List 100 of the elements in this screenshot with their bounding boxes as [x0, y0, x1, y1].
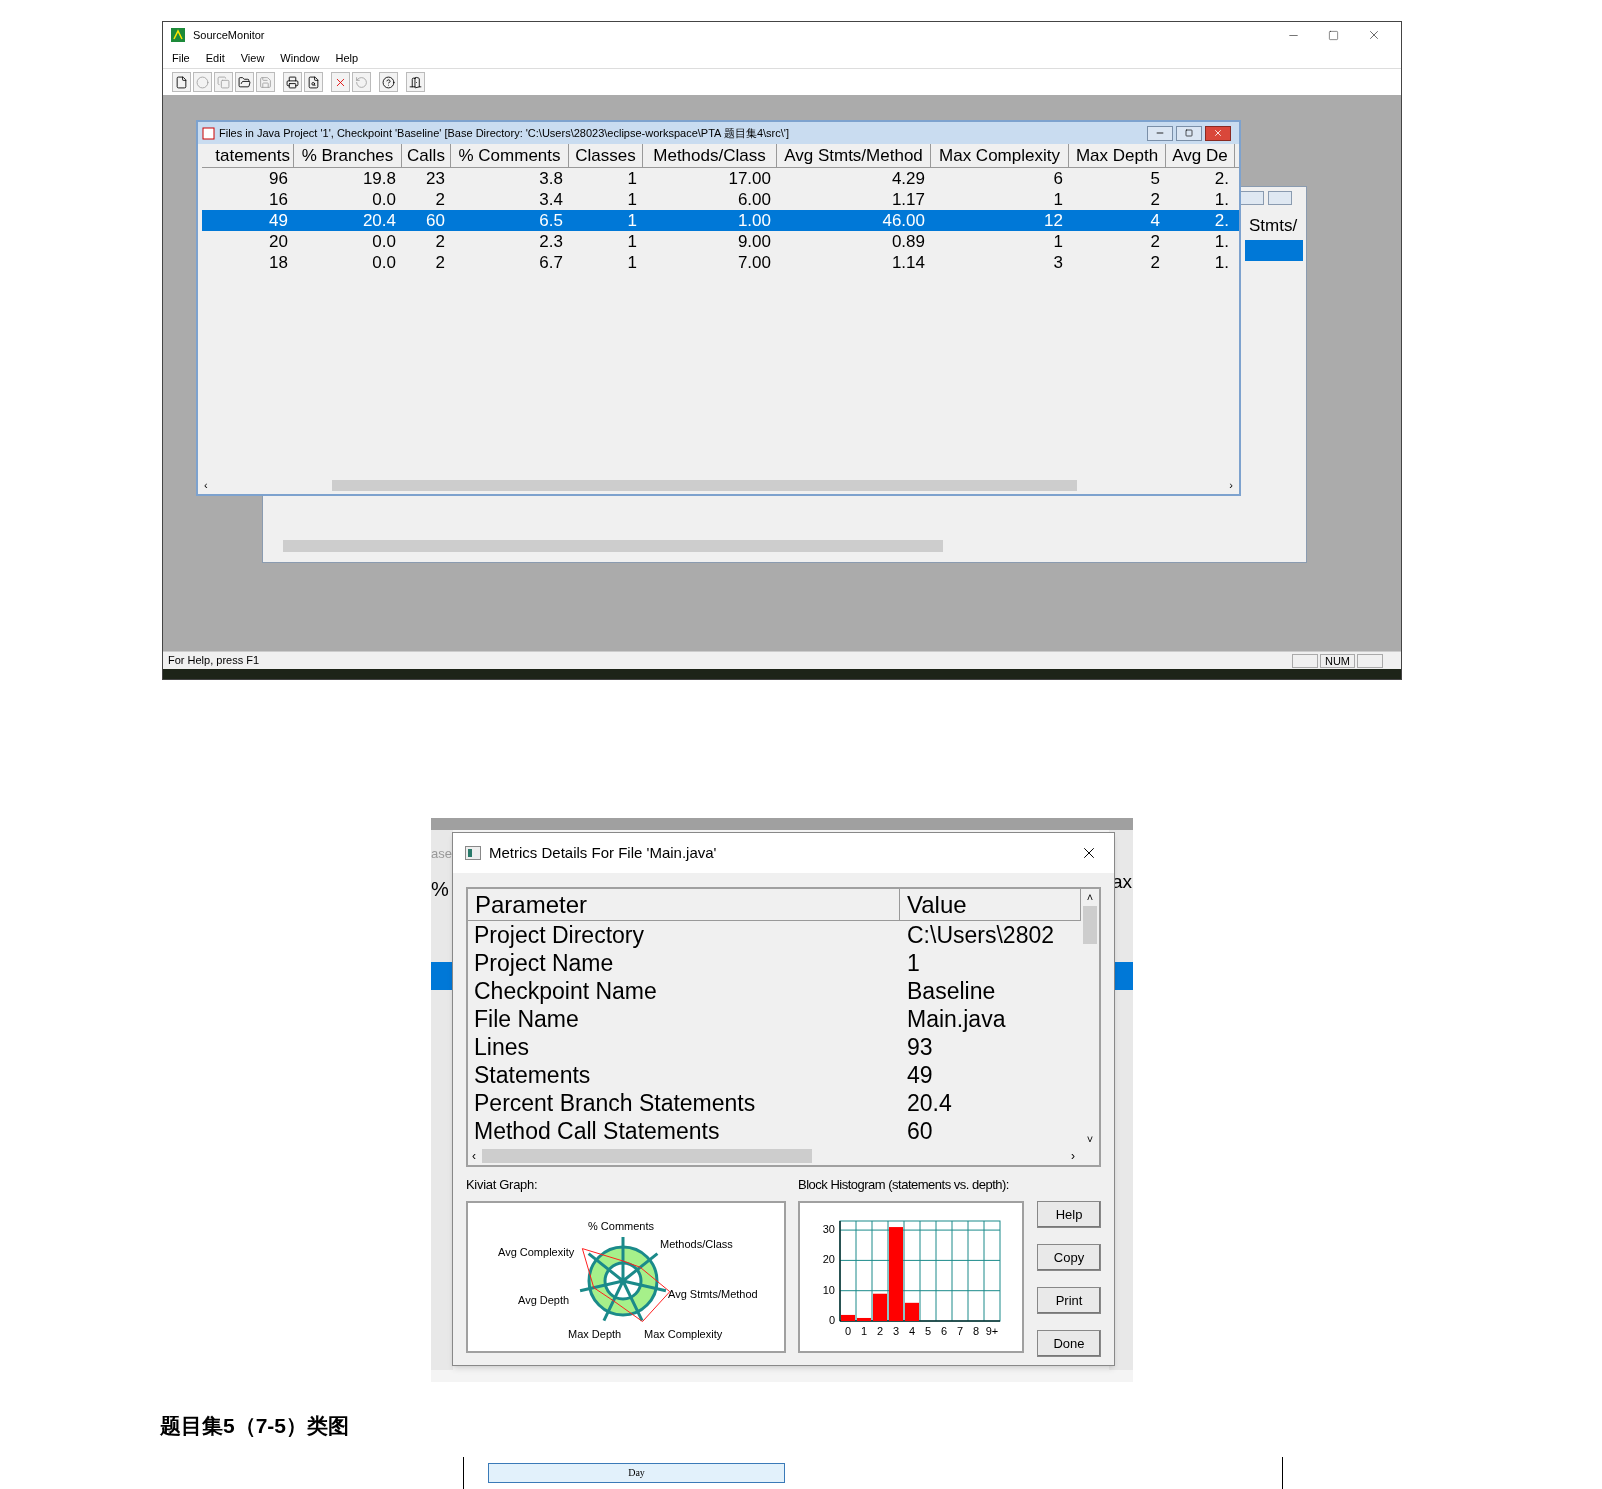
histogram-bar: [873, 1293, 887, 1321]
table-cell-text: 2: [434, 189, 446, 210]
scroll-up-arrow[interactable]: ˄: [1086, 889, 1094, 906]
table-row[interactable]: 20 0.0 2 2.3 1 9.00 0.89 1 2 1.: [202, 231, 1239, 252]
scroll-right-arrow[interactable]: ›: [1229, 479, 1233, 491]
table-cell-text: 1: [1052, 189, 1064, 210]
column-header[interactable]: Max Complexity: [931, 144, 1069, 167]
x-tick-label: 3: [892, 1324, 900, 1337]
dialog-button[interactable]: Done: [1037, 1330, 1101, 1357]
column-header[interactable]: % Comments: [451, 144, 569, 167]
fragment-text: %: [431, 877, 449, 902]
axis-label: Avg Complexity: [498, 1246, 575, 1258]
parameter-cell-text: Percent Branch Statements: [473, 1089, 757, 1117]
menu-item[interactable]: Help: [335, 49, 359, 67]
scrollbar-thumb[interactable]: [331, 479, 1077, 491]
column-header[interactable]: Max Depth: [1069, 144, 1166, 167]
menu-item[interactable]: File: [172, 49, 190, 67]
column-header[interactable]: Methods/Class: [643, 144, 777, 167]
scrollbar-thumb[interactable]: [482, 1149, 812, 1163]
dialog-button[interactable]: Copy: [1037, 1244, 1101, 1271]
status-text: For Help, press F1: [167, 653, 260, 669]
table-cell-text: 12: [1043, 210, 1064, 231]
menu-item[interactable]: View: [240, 49, 265, 67]
printer-icon[interactable]: [283, 72, 302, 92]
restore-button[interactable]: [1240, 191, 1264, 205]
scroll-down-arrow[interactable]: ˅: [1086, 1130, 1094, 1147]
x-tick-label: 1: [860, 1324, 868, 1337]
preview-icon[interactable]: [304, 72, 323, 92]
table-cell-text: 0.0: [371, 189, 397, 210]
parameter-cell-text: Method Call Statements: [473, 1117, 721, 1145]
restore-button[interactable]: [1176, 125, 1202, 141]
dialog-button[interactable]: Help: [1037, 1201, 1101, 1228]
section-label: Kiviat Graph:: [466, 1176, 539, 1194]
exit-icon[interactable]: [406, 72, 425, 92]
table-cell-text: 2: [434, 252, 446, 273]
y-tick-label: 20: [822, 1252, 835, 1265]
parameter-cell-text: Lines: [473, 1033, 530, 1061]
histogram-bar: [905, 1302, 919, 1321]
maximize-icon[interactable]: [1328, 29, 1339, 41]
y-tick-label: 30: [822, 1222, 835, 1235]
value-cell-text: 1: [906, 949, 921, 977]
column-header[interactable]: Calls: [402, 144, 451, 167]
scroll-left-arrow[interactable]: ‹: [472, 1147, 476, 1165]
window-icon: [465, 846, 481, 860]
document-icon: [202, 126, 215, 140]
class-name: Day: [628, 1466, 645, 1480]
help-icon[interactable]: [379, 72, 398, 92]
table-cell-text: 0.0: [371, 252, 397, 273]
restore-icon[interactable]: [1185, 129, 1193, 137]
scroll-right-arrow[interactable]: ›: [1071, 1147, 1075, 1165]
table-cell-text: 2.3: [538, 231, 564, 252]
parameter-cell-text: Project Name: [473, 949, 615, 977]
value-cell-text: Baseline: [906, 977, 997, 1005]
fragment-text: ase: [431, 845, 452, 863]
table-cell-text: 6: [1052, 168, 1064, 189]
minimize-button[interactable]: [1147, 125, 1173, 141]
status-pane: NUM: [1319, 653, 1355, 668]
folder-icon[interactable]: [235, 72, 254, 92]
close-button[interactable]: [1205, 125, 1231, 141]
parameter-cell-text: Statements: [473, 1061, 592, 1089]
table-cell-text: 2: [434, 231, 446, 252]
table-row[interactable]: 96 19.8 23 3.8 1 17.00 4.29 6 5 2.: [202, 168, 1239, 189]
axis-label: Avg Depth: [518, 1294, 570, 1306]
histogram-bar: [857, 1317, 871, 1321]
scroll-left-arrow[interactable]: ‹: [204, 479, 208, 491]
table-cell-text: 4.29: [890, 168, 926, 189]
table-row[interactable]: 16 0.0 2 3.4 1 6.00 1.17 1 2 1.: [202, 189, 1239, 210]
menu-item[interactable]: Edit: [205, 49, 225, 67]
x-tick-label: 6: [940, 1324, 948, 1337]
value-cell-text: 20.4: [906, 1089, 953, 1117]
table-cell-text: 4: [1149, 210, 1161, 231]
table-row[interactable]: 49 20.4 60 6.5 1 1.00 46.00 12 4 2.: [202, 210, 1239, 231]
x-tick-label: 2: [876, 1324, 884, 1337]
new-file-icon[interactable]: [172, 72, 191, 92]
column-header[interactable]: Classes: [569, 144, 643, 167]
column-header[interactable]: Avg De: [1166, 144, 1235, 167]
x-tick-label: 7: [956, 1324, 964, 1337]
value-cell-text: 93: [906, 1033, 934, 1061]
table-cell-text: 1.: [1213, 252, 1230, 273]
table-cell-text: 1: [626, 168, 638, 189]
table-cell-text: 7.00: [736, 252, 772, 273]
table-cell-text: 46.00: [881, 210, 926, 231]
axis-label: Avg Stmts/Method: [668, 1288, 758, 1300]
section-heading: 题目集5（7-5）类图: [160, 1413, 351, 1439]
table-cell-text: 1.: [1213, 231, 1230, 252]
menu-item[interactable]: Window: [280, 49, 320, 67]
table-cell-text: 60: [425, 210, 446, 231]
value-cell-text: Main.java: [906, 1005, 1007, 1033]
column-header[interactable]: % Branches: [294, 144, 402, 167]
table-cell-text: 9.00: [736, 231, 772, 252]
table-cell-text: 2.: [1213, 168, 1230, 189]
delete-icon[interactable]: [331, 72, 350, 92]
scrollbar-thumb[interactable]: [1083, 905, 1097, 944]
dialog-button[interactable]: Print: [1037, 1287, 1101, 1314]
column-header[interactable]: Avg Stmts/Method: [777, 144, 931, 167]
table-row[interactable]: 18 0.0 2 6.7 1 7.00 1.14 3 2 1.: [202, 252, 1239, 273]
column-header[interactable]: tatements: [202, 144, 294, 167]
y-tick-label: 0: [828, 1313, 835, 1326]
section-label: Block Histogram (statements vs. depth):: [798, 1176, 1010, 1194]
table-cell-text: 2.: [1213, 210, 1230, 231]
